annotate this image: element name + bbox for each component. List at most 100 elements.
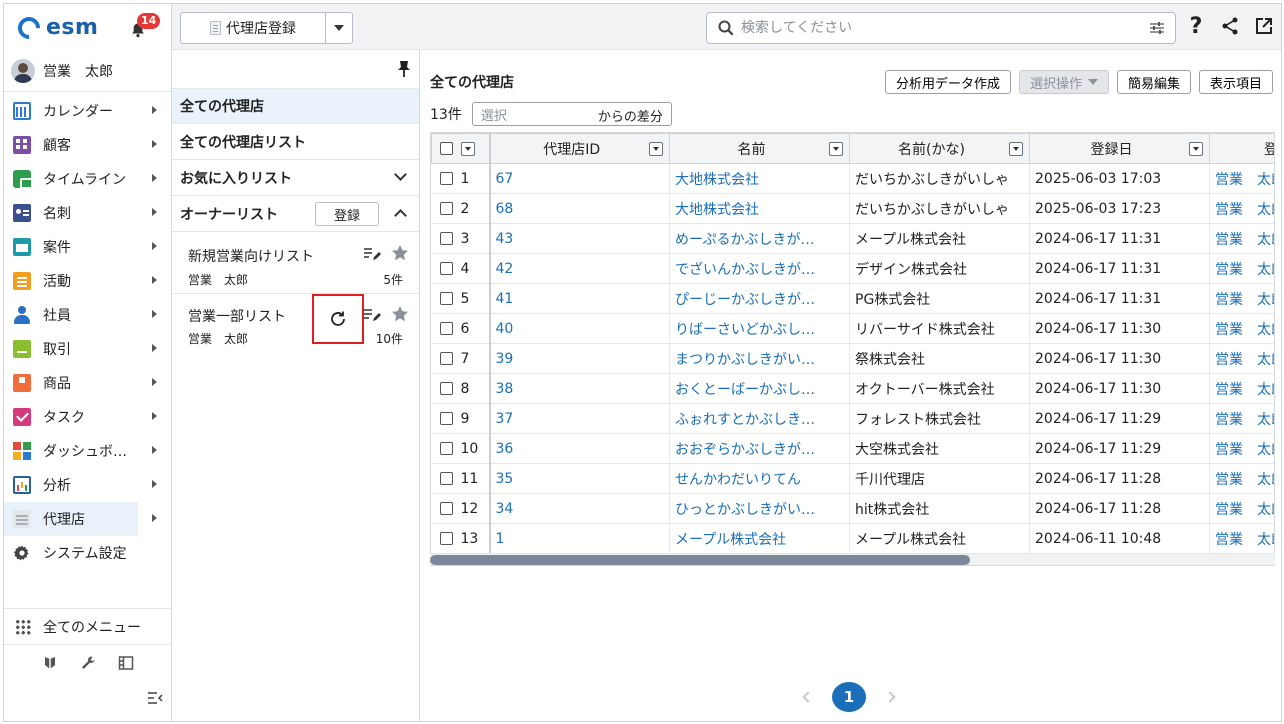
agency-id-link[interactable]: 36	[496, 441, 514, 457]
sub-list-item[interactable]: 新規営業向けリスト 営業 太郎 5件	[172, 232, 419, 294]
chevron-right-icon[interactable]	[884, 691, 896, 703]
agency-name-link[interactable]: まつりかぶしきがい…	[675, 352, 815, 368]
agency-id-link[interactable]: 39	[496, 351, 514, 367]
sidebar-item[interactable]: 顧客	[4, 128, 171, 162]
registrant-link[interactable]: 営業 太郎	[1215, 382, 1274, 398]
select-all-checkbox[interactable]	[440, 142, 453, 155]
page-number-current[interactable]: 1	[832, 682, 866, 712]
row-checkbox[interactable]	[439, 502, 453, 515]
row-checkbox[interactable]	[439, 382, 453, 395]
registrant-link[interactable]: 営業 太郎	[1215, 232, 1274, 248]
agency-id-link[interactable]: 38	[496, 381, 514, 397]
sub-list-item[interactable]: 営業一部リスト 営業 太郎 10件	[172, 294, 419, 356]
row-checkbox[interactable]	[439, 532, 453, 545]
star-icon[interactable]	[391, 305, 409, 323]
quick-edit-button[interactable]: 簡易編集	[1116, 70, 1191, 94]
sidebar-item[interactable]: 分析	[4, 468, 171, 502]
notification-badge[interactable]: 14	[137, 13, 161, 29]
all-menu-button[interactable]: 全てのメニュー	[4, 609, 172, 645]
column-header[interactable]: 登録日	[1029, 133, 1210, 164]
star-icon[interactable]	[391, 244, 409, 262]
row-checkbox[interactable]	[439, 292, 453, 305]
agency-name-link[interactable]: ぴーじーかぶしきが…	[675, 292, 815, 308]
agency-id-link[interactable]: 34	[496, 501, 514, 517]
list-favorites[interactable]: お気に入りリスト	[172, 160, 419, 196]
horizontal-scrollbar[interactable]	[430, 553, 1275, 565]
agency-id-link[interactable]: 41	[496, 291, 514, 307]
agency-name-link[interactable]: ふぉれすとかぶしき…	[675, 412, 815, 428]
layout-icon[interactable]	[118, 655, 134, 671]
registrant-link[interactable]: 営業 太郎	[1215, 292, 1274, 308]
registrant-link[interactable]: 営業 太郎	[1215, 262, 1274, 278]
agency-name-link[interactable]: メープル株式会社	[675, 532, 786, 548]
registrant-link[interactable]: 営業 太郎	[1215, 502, 1274, 518]
row-checkbox[interactable]	[439, 352, 453, 365]
collapse-sidebar-icon[interactable]	[147, 691, 163, 705]
agency-id-link[interactable]: 43	[496, 231, 514, 247]
column-header[interactable]: 名前(かな)	[849, 133, 1030, 164]
agency-name-link[interactable]: 大地株式会社	[675, 172, 759, 188]
registrant-link[interactable]: 営業 太郎	[1215, 412, 1274, 428]
search-input[interactable]	[741, 20, 1141, 36]
column-header[interactable]: 名前	[669, 133, 850, 164]
open-external-icon[interactable]	[1254, 14, 1274, 38]
registrant-link[interactable]: 営業 太郎	[1215, 322, 1274, 338]
sidebar-item[interactable]: 商品	[4, 366, 171, 400]
agency-name-link[interactable]: おおぞらかぶしきが…	[675, 442, 815, 458]
registrant-link[interactable]: 営業 太郎	[1215, 202, 1274, 218]
registrant-link[interactable]: 営業 太郎	[1215, 352, 1274, 368]
sidebar-item[interactable]: システム設定	[4, 536, 171, 570]
registrant-link[interactable]: 営業 太郎	[1215, 532, 1274, 548]
select-menu-dropdown[interactable]	[460, 142, 475, 156]
column-header[interactable]: 代理店ID	[488, 133, 670, 164]
create-analysis-data-button[interactable]: 分析用データ作成	[884, 70, 1011, 94]
list-all-agency-list[interactable]: 全ての代理店リスト	[172, 124, 419, 160]
help-icon[interactable]: ?	[1186, 14, 1206, 39]
chevron-left-icon[interactable]	[802, 691, 814, 703]
agency-name-link[interactable]: せんかわだいりてん	[675, 472, 801, 488]
pin-icon[interactable]	[397, 60, 411, 78]
register-agency-button[interactable]: 代理店登録	[181, 13, 326, 43]
row-checkbox[interactable]	[439, 262, 453, 275]
row-checkbox[interactable]	[439, 232, 453, 245]
sidebar-item[interactable]: 活動	[4, 264, 171, 298]
owner-list-register-button[interactable]: 登録	[315, 202, 379, 226]
agency-id-link[interactable]: 1	[496, 531, 505, 547]
sidebar-item[interactable]: カレンダー	[4, 94, 171, 128]
select-operations-button[interactable]: 選択操作	[1018, 70, 1109, 94]
scrollbar-thumb[interactable]	[430, 555, 970, 565]
user-profile[interactable]: 営業 太郎	[4, 50, 171, 92]
sidebar-item[interactable]: 案件	[4, 230, 171, 264]
sidebar-item[interactable]: ダッシュボ…	[4, 434, 171, 468]
agency-name-link[interactable]: おくとーばーかぶし…	[675, 382, 815, 398]
list-all-agencies[interactable]: 全ての代理店	[172, 88, 419, 124]
refresh-list-button[interactable]	[312, 294, 364, 344]
agency-id-link[interactable]: 67	[496, 171, 514, 187]
agency-name-link[interactable]: めーぷるかぶしきが…	[675, 232, 814, 248]
sidebar-item[interactable]: 名刺	[4, 196, 171, 230]
registrant-link[interactable]: 営業 太郎	[1215, 442, 1274, 458]
esm-logo[interactable]: esm	[13, 11, 98, 44]
column-menu-dropdown[interactable]	[829, 142, 843, 156]
agency-name-link[interactable]: りばーさいどかぶし…	[675, 322, 815, 338]
sidebar-item[interactable]: 社員	[4, 298, 171, 332]
agency-name-link[interactable]: でざいんかぶしきが…	[675, 262, 815, 278]
diff-base-select[interactable]: 選択 からの差分	[471, 102, 672, 126]
registrant-link[interactable]: 営業 太郎	[1215, 172, 1274, 188]
agency-id-link[interactable]: 37	[496, 411, 514, 427]
column-menu-dropdown[interactable]	[649, 142, 663, 156]
row-checkbox[interactable]	[439, 442, 453, 455]
register-dropdown-toggle[interactable]	[326, 13, 352, 43]
registrant-link[interactable]: 営業 太郎	[1215, 472, 1274, 488]
row-checkbox[interactable]	[439, 202, 453, 215]
agency-id-link[interactable]: 35	[496, 471, 514, 487]
agency-id-link[interactable]: 40	[496, 321, 514, 337]
edit-list-icon[interactable]	[363, 247, 381, 261]
agency-id-link[interactable]: 42	[496, 261, 514, 277]
sidebar-item[interactable]: タイムライン	[4, 162, 171, 196]
agency-name-link[interactable]: ひっとかぶしきがい…	[675, 502, 815, 518]
row-checkbox[interactable]	[439, 472, 453, 485]
wrench-icon[interactable]	[80, 655, 96, 671]
list-owner[interactable]: オーナーリスト 登録	[172, 196, 419, 232]
agency-id-link[interactable]: 68	[496, 201, 514, 217]
